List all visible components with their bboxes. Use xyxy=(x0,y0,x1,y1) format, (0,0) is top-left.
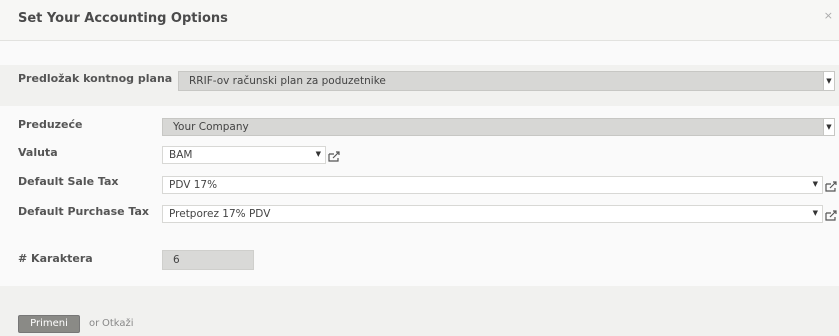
company-select[interactable]: Your Company ▼ xyxy=(162,118,835,136)
dropdown-arrow-icon[interactable]: ▼ xyxy=(813,209,818,217)
digits-value: 6 xyxy=(173,254,180,266)
purchase-tax-value: Pretporez 17% PDV xyxy=(169,208,271,220)
sale-tax-value: PDV 17% xyxy=(169,179,218,191)
close-icon[interactable]: × xyxy=(824,9,833,22)
sale-tax-select[interactable]: PDV 17% ▼ xyxy=(162,176,823,194)
external-link-icon[interactable] xyxy=(825,210,838,221)
chart-template-select[interactable]: RRIF-ov računski plan za poduzetnike ▼ xyxy=(178,71,835,91)
currency-label: Valuta xyxy=(18,146,58,159)
dropdown-arrow-icon[interactable]: ▼ xyxy=(813,180,818,188)
dialog-title: Set Your Accounting Options xyxy=(18,11,228,26)
digits-label: # Karaktera xyxy=(18,252,93,265)
currency-value: BAM xyxy=(169,149,193,161)
sale-tax-label: Default Sale Tax xyxy=(18,175,119,188)
dropdown-arrow-icon[interactable]: ▼ xyxy=(316,150,321,158)
spacer-top xyxy=(0,41,839,65)
purchase-tax-label: Default Purchase Tax xyxy=(18,205,150,218)
chart-template-value: RRIF-ov računski plan za poduzetnike xyxy=(189,75,386,87)
apply-button[interactable]: Primeni xyxy=(18,315,80,333)
company-value: Your Company xyxy=(173,121,249,133)
chart-template-label: Predložak kontnog plana xyxy=(18,72,173,85)
purchase-tax-select[interactable]: Pretporez 17% PDV ▼ xyxy=(162,205,823,223)
external-link-icon[interactable] xyxy=(825,181,838,192)
currency-select[interactable]: BAM ▼ xyxy=(162,146,326,164)
dropdown-arrow-icon[interactable]: ▼ xyxy=(823,72,834,90)
or-text: or xyxy=(89,318,100,329)
digits-input[interactable]: 6 xyxy=(162,250,254,270)
dialog-header: Set Your Accounting Options × xyxy=(0,0,839,41)
cancel-link[interactable]: Otkaži xyxy=(102,318,134,329)
dropdown-arrow-icon[interactable]: ▼ xyxy=(823,119,834,135)
company-label: Preduzeće xyxy=(18,118,83,131)
external-link-icon[interactable] xyxy=(328,151,341,162)
